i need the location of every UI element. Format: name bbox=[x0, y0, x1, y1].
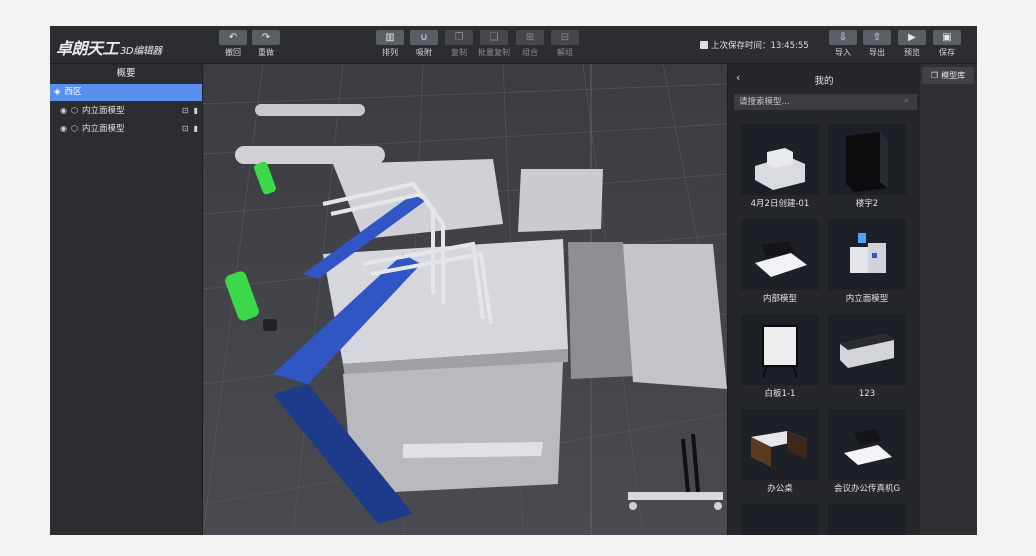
model-thumbnail bbox=[741, 504, 819, 535]
ungroup-button[interactable]: ⊟ 解组 bbox=[549, 30, 581, 62]
model-card[interactable]: 4月2日创建-01 bbox=[741, 124, 819, 214]
copy-button[interactable]: ❐ 复制 bbox=[443, 30, 475, 62]
last-save-time: 上次保存时间：13:45:55 bbox=[700, 39, 809, 51]
top-toolbar: 卓朗天工 3D编辑器 ↶ 撤回 ↷ 重做 ▥ 排列 ∪ 吸附 ❐ 复制 ❏ 批量复… bbox=[50, 26, 977, 64]
cube-icon: ⬡ bbox=[70, 105, 78, 115]
model-card[interactable]: 内部模型 bbox=[741, 219, 819, 309]
model-card[interactable]: 白板1-1 bbox=[741, 314, 819, 404]
arrange-icon: ▥ bbox=[376, 30, 404, 45]
search-icon[interactable]: ⌕ bbox=[904, 96, 909, 106]
import-button[interactable]: ⇩ 导入 bbox=[827, 30, 859, 62]
ungroup-icon: ⊟ bbox=[551, 30, 579, 45]
model-thumbnail bbox=[741, 314, 819, 385]
book-icon: ❒ bbox=[930, 71, 939, 80]
model-library-panel: ‹ 我的 ⌕ 4月2日创建-01 楼宇2 内部模型 bbox=[727, 64, 920, 535]
group-icon: ⊞ bbox=[516, 30, 544, 45]
disk-icon bbox=[700, 41, 708, 49]
focus-icon[interactable]: ⊡ bbox=[182, 106, 189, 115]
model-search-input[interactable] bbox=[734, 94, 917, 110]
lock-icon[interactable]: ▮ bbox=[194, 124, 198, 133]
model-thumbnail bbox=[828, 124, 906, 195]
export-button[interactable]: ⇧ 导出 bbox=[861, 30, 893, 62]
outline-panel: 概要 ◈ 西区 ◉ ⬡ 内立面模型 ⊡ ▮ ◉ ⬡ 内立面模型 ⊡ ▮ bbox=[50, 64, 203, 535]
lock-icon[interactable]: ▮ bbox=[194, 106, 198, 115]
save-icon: ▣ bbox=[933, 30, 961, 45]
export-icon: ⇧ bbox=[863, 30, 891, 45]
snap-button[interactable]: ∪ 吸附 bbox=[408, 30, 440, 62]
undo-icon: ↶ bbox=[219, 30, 247, 45]
model-thumbnail bbox=[741, 219, 819, 290]
outline-item[interactable]: ◉ ⬡ 内立面模型 ⊡ ▮ bbox=[50, 119, 202, 137]
cube-icon: ⬡ bbox=[70, 123, 78, 133]
outline-item[interactable]: ◉ ⬡ 内立面模型 ⊡ ▮ bbox=[50, 101, 202, 119]
model-card[interactable]: 123 bbox=[828, 314, 906, 404]
model-card[interactable]: 内立面模型 bbox=[828, 219, 906, 309]
library-header: ‹ 我的 bbox=[728, 64, 920, 92]
model-card[interactable]: 楼宇2 bbox=[828, 124, 906, 214]
3d-viewport[interactable] bbox=[203, 64, 727, 535]
redo-button[interactable]: ↷ 重做 bbox=[250, 30, 282, 62]
eye-icon[interactable]: ◉ bbox=[60, 124, 67, 133]
right-tab-strip: ❒ 模型库 bbox=[920, 64, 977, 535]
save-button[interactable]: ▣ 保存 bbox=[931, 30, 963, 62]
layers-icon: ◈ bbox=[54, 87, 61, 97]
tab-model-library[interactable]: ❒ 模型库 bbox=[922, 67, 974, 84]
model-thumbnail bbox=[741, 409, 819, 480]
model-card[interactable]: 办公桌 bbox=[741, 409, 819, 499]
import-icon: ⇩ bbox=[829, 30, 857, 45]
scene-render bbox=[203, 64, 727, 535]
editor-window: 卓朗天工 3D编辑器 ↶ 撤回 ↷ 重做 ▥ 排列 ∪ 吸附 ❐ 复制 ❏ 批量复… bbox=[50, 26, 977, 535]
preview-button[interactable]: ▶ 预览 bbox=[896, 30, 928, 62]
outline-region-row[interactable]: ◈ 西区 bbox=[50, 84, 202, 101]
group-button[interactable]: ⊞ 组合 bbox=[514, 30, 546, 62]
focus-icon[interactable]: ⊡ bbox=[182, 124, 189, 133]
model-thumbnail bbox=[828, 409, 906, 480]
model-card[interactable] bbox=[828, 504, 906, 535]
undo-button[interactable]: ↶ 撤回 bbox=[217, 30, 249, 62]
library-title: 我的 bbox=[814, 76, 834, 87]
model-thumbnail bbox=[828, 219, 906, 290]
app-logo: 卓朗天工 3D编辑器 bbox=[56, 39, 162, 58]
model-thumbnail bbox=[741, 124, 819, 195]
redo-icon: ↷ bbox=[252, 30, 280, 45]
model-thumbnail bbox=[828, 314, 906, 385]
magnet-icon: ∪ bbox=[410, 30, 438, 45]
batch-copy-icon: ❏ bbox=[480, 30, 508, 45]
outline-title: 概要 bbox=[116, 68, 136, 79]
model-card[interactable]: 会议办公传真机G bbox=[828, 409, 906, 499]
model-card[interactable] bbox=[741, 504, 819, 535]
arrange-button[interactable]: ▥ 排列 bbox=[374, 30, 406, 62]
copy-icon: ❐ bbox=[445, 30, 473, 45]
model-thumbnail bbox=[828, 504, 906, 535]
batch-copy-button[interactable]: ❏ 批量复制 bbox=[478, 30, 510, 62]
play-icon: ▶ bbox=[898, 30, 926, 45]
eye-icon[interactable]: ◉ bbox=[60, 106, 67, 115]
